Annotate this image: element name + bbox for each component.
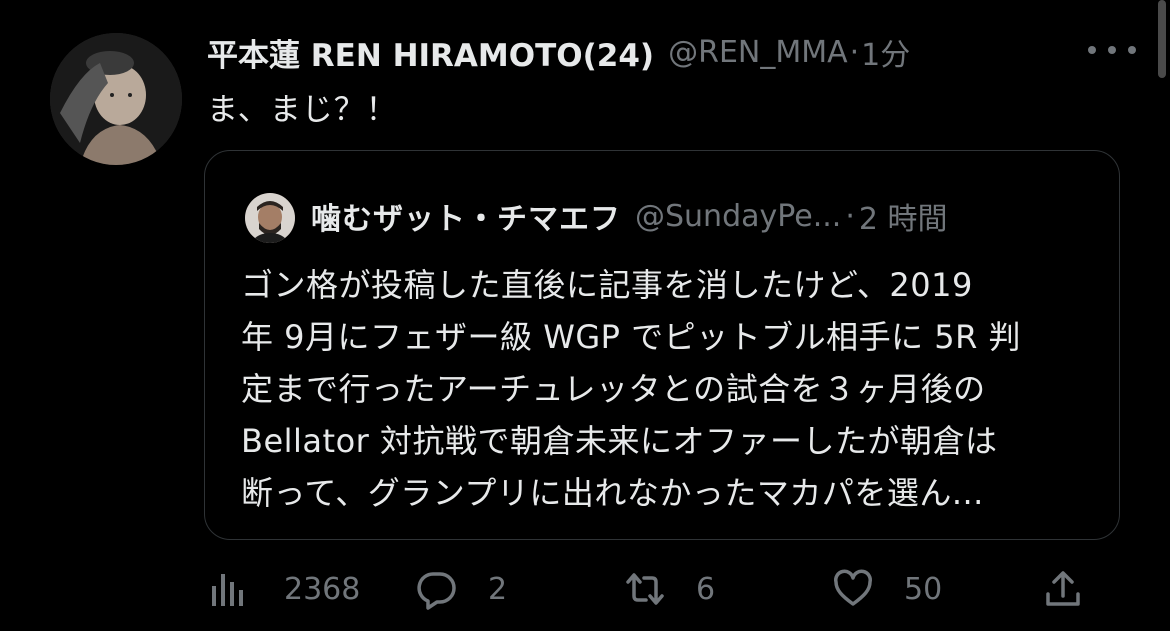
retweet-icon xyxy=(626,573,664,605)
quoted-timestamp: 2 時間 xyxy=(858,202,948,237)
quoted-text: ゴン格が投稿した直後に記事を消したけど、2019 年 9月にフェザー級 WGP … xyxy=(241,266,1022,512)
quoted-tweet-card[interactable]: 噛むザット・チマエフ @SundayPe... · 2 時間 ゴン格が投稿した直… xyxy=(204,150,1120,540)
retweet-button[interactable]: 6 xyxy=(624,568,715,610)
like-button[interactable]: 50 xyxy=(832,568,942,610)
reply-count: 2 xyxy=(488,571,508,607)
quoted-author-avatar xyxy=(245,193,295,243)
heart-icon xyxy=(834,569,872,606)
reply-button[interactable]: 2 xyxy=(416,568,507,610)
more-options-button[interactable] xyxy=(1080,30,1144,70)
retweet-count: 6 xyxy=(696,571,716,607)
quoted-handle: @SundayPe... xyxy=(635,198,842,234)
action-bar: 2368 2 6 50 xyxy=(0,560,1170,620)
author-display-name[interactable]: 平本蓮 REN HIRAMOTO(24) xyxy=(207,30,654,75)
share-icon xyxy=(1046,571,1080,606)
more-horizontal-icon xyxy=(1088,46,1136,54)
analytics-icon xyxy=(212,574,243,606)
author-handle[interactable]: @REN_MMA xyxy=(668,35,848,70)
quoted-separator: · xyxy=(845,198,855,234)
reply-icon xyxy=(417,572,456,610)
scrollbar[interactable] xyxy=(1158,0,1166,78)
views-button[interactable]: 2368 xyxy=(208,568,360,610)
quoted-header: 噛むザット・チマエフ @SundayPe... · 2 時間 xyxy=(311,191,948,241)
tweet-header: 平本蓮 REN HIRAMOTO(24) @REN_MMA · 1分 xyxy=(207,28,1110,76)
tweet-timestamp[interactable]: 1分 xyxy=(861,30,910,74)
header-separator: · xyxy=(849,34,860,70)
share-button[interactable] xyxy=(1042,568,1084,610)
quoted-display-name: 噛むザット・チマエフ xyxy=(311,202,621,237)
author-avatar[interactable] xyxy=(50,33,182,165)
views-count: 2368 xyxy=(284,571,361,607)
tweet-text: ま、まじ？！ xyxy=(207,92,398,128)
like-count: 50 xyxy=(904,571,943,607)
